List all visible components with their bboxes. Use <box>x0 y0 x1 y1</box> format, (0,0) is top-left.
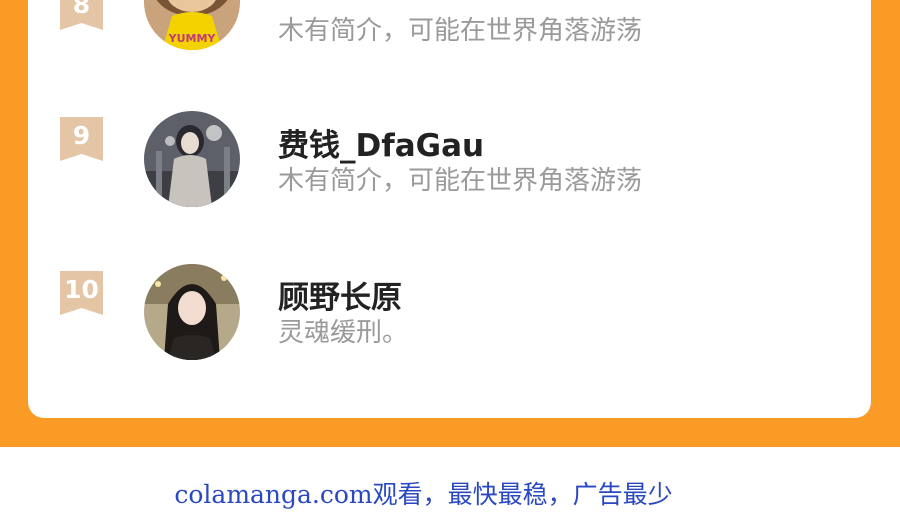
rank-badge: 10 <box>60 271 103 315</box>
user-bio: 木有简介，可能在世界角落游荡 <box>278 166 643 196</box>
user-name[interactable]: 费钱_DfaGau <box>278 120 484 165</box>
avatar-shirt-text: YUMMY <box>168 32 217 45</box>
avatar[interactable] <box>144 111 240 207</box>
avatar[interactable]: YUMMY <box>144 0 240 50</box>
ranking-row[interactable]: 10 顾野长原 灵魂缓刑。 <box>28 264 871 364</box>
user-bio: 木有简介，可能在世界角落游荡 <box>278 16 643 46</box>
avatar[interactable] <box>144 264 240 360</box>
ranking-card: 8 YUMMY 木有简介，可能在世界角落游荡 9 费钱_DfaGau 木有简介，… <box>28 0 871 418</box>
rank-badge: 8 <box>60 0 103 30</box>
user-bio: 灵魂缓刑。 <box>278 318 409 348</box>
footer-watermark-text[interactable]: colamanga.com观看，最快最稳，广告最少 <box>0 475 847 511</box>
ranking-row[interactable]: 9 费钱_DfaGau 木有简介，可能在世界角落游荡 <box>28 110 871 210</box>
rank-number: 8 <box>72 0 91 19</box>
ranking-row[interactable]: 8 YUMMY 木有简介，可能在世界角落游荡 <box>28 0 871 80</box>
rank-number: 9 <box>72 121 91 150</box>
user-name[interactable]: 顾野长原 <box>278 272 402 317</box>
rank-number: 10 <box>64 275 99 304</box>
rank-badge: 9 <box>60 117 103 161</box>
